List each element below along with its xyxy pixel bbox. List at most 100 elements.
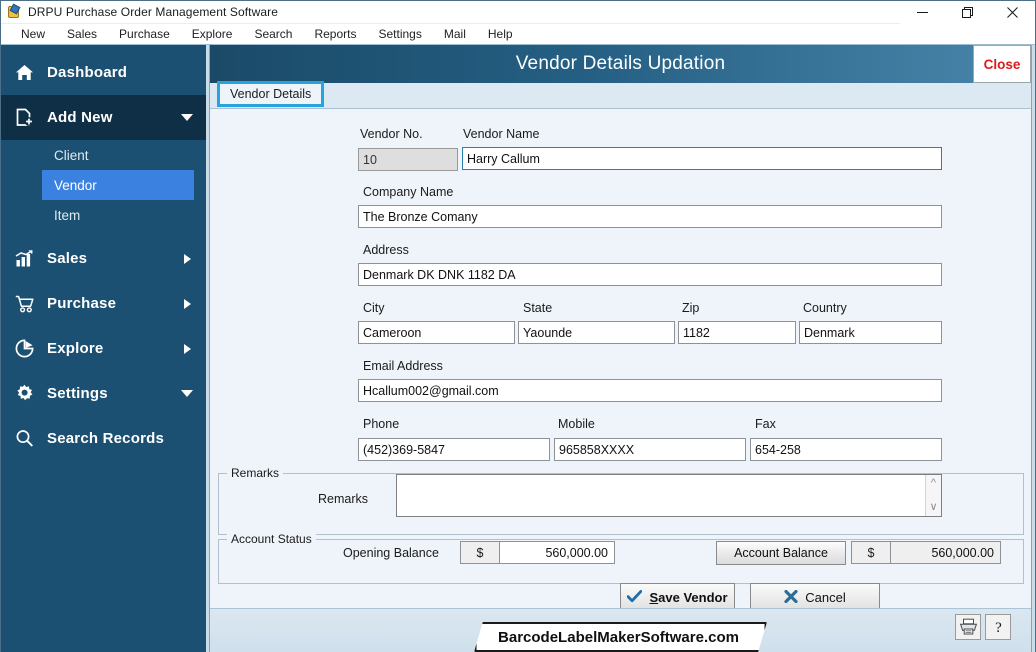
sidebar-item-explore[interactable]: Explore: [1, 326, 206, 371]
label-email: Email Address: [363, 359, 443, 373]
label-opening-balance: Opening Balance: [343, 546, 439, 560]
chevron-down-icon: [180, 114, 194, 121]
account-balance-value: 560,000.00: [891, 541, 1001, 564]
printer-icon[interactable]: [955, 614, 981, 640]
label-vendor-no: Vendor No.: [360, 127, 423, 141]
sidebar-subitem-label: Client: [54, 147, 89, 163]
remarks-textarea[interactable]: ^ ∨: [396, 474, 942, 517]
chevron-right-icon: [180, 343, 194, 354]
status-footer: BarcodeLabelMakerSoftware.com ?: [210, 608, 1031, 652]
chevron-down-icon: [180, 390, 194, 397]
account-status-legend: Account Status: [227, 532, 316, 546]
title-bar: DRPU Purchase Order Management Software: [1, 0, 1035, 24]
cancel-label: Cancel: [805, 590, 846, 605]
address-input[interactable]: Denmark DK DNK 1182 DA: [358, 263, 942, 286]
close-icon[interactable]: [990, 0, 1035, 24]
sidebar-item-label: Settings: [47, 385, 108, 402]
cross-icon: [784, 589, 798, 606]
content-panel: Vendor Details Updation Close Vendor Det…: [206, 45, 1035, 652]
company-name-input[interactable]: The Bronze Comany: [358, 205, 942, 228]
sidebar-item-search-records[interactable]: Search Records: [1, 416, 206, 461]
footer-icons: ?: [955, 614, 1011, 640]
chevron-right-icon: [180, 253, 194, 264]
window-controls: [900, 0, 1035, 24]
opening-balance-group: $ 560,000.00: [460, 541, 615, 564]
form-header: Vendor Details Updation Close: [210, 45, 1031, 83]
brand-banner: BarcodeLabelMakerSoftware.com: [474, 622, 767, 652]
state-input[interactable]: Yaounde: [518, 321, 675, 344]
menu-item-search[interactable]: Search: [243, 25, 303, 43]
label-state: State: [523, 301, 553, 315]
phone-input[interactable]: (452)369-5847: [358, 438, 550, 461]
menu-item-reports[interactable]: Reports: [303, 25, 367, 43]
help-icon[interactable]: ?: [985, 614, 1011, 640]
city-input[interactable]: Cameroon: [358, 321, 515, 344]
label-company-name: Company Name: [363, 185, 454, 199]
vendor-name-input[interactable]: Harry Callum: [462, 147, 942, 170]
sidebar-item-purchase[interactable]: Purchase: [1, 281, 206, 326]
maximize-icon[interactable]: [945, 0, 990, 24]
account-balance-currency: $: [851, 541, 891, 564]
remarks-legend: Remarks: [227, 466, 284, 480]
form-body: Vendor No. Vendor Name 10 Harry Callum C…: [210, 109, 1031, 652]
search-icon: [15, 429, 41, 448]
sidebar-item-label: Sales: [47, 250, 88, 267]
account-balance-group: $ 560,000.00: [851, 541, 1001, 564]
label-mobile: Mobile: [558, 417, 595, 431]
label-zip: Zip: [682, 301, 700, 315]
application-window: DRPU Purchase Order Management Software …: [0, 0, 1036, 652]
label-remarks: Remarks: [318, 492, 369, 506]
email-input[interactable]: Hcallum002@gmail.com: [358, 379, 942, 402]
sidebar: Dashboard Add New Client Vendor Item Sal…: [1, 45, 206, 652]
vendor-no-field[interactable]: 10: [358, 148, 458, 171]
menu-item-explore[interactable]: Explore: [181, 25, 244, 43]
fax-input[interactable]: 654-258: [750, 438, 942, 461]
menu-item-purchase[interactable]: Purchase: [108, 25, 181, 43]
account-balance-button[interactable]: Account Balance: [716, 541, 846, 565]
menu-item-new[interactable]: New: [10, 25, 56, 43]
page-title: Vendor Details Updation: [515, 53, 726, 74]
menu-item-sales[interactable]: Sales: [56, 25, 108, 43]
check-icon: [627, 589, 643, 606]
window-title: DRPU Purchase Order Management Software: [28, 5, 279, 19]
sidebar-item-sales[interactable]: Sales: [1, 236, 206, 281]
cart-icon: [15, 295, 41, 313]
sidebar-item-label: Explore: [47, 340, 104, 357]
menu-item-help[interactable]: Help: [477, 25, 524, 43]
sidebar-subitem-client[interactable]: Client: [42, 140, 194, 170]
scroll-down-icon[interactable]: ∨: [929, 502, 937, 513]
sidebar-item-add-new[interactable]: Add New: [1, 95, 206, 140]
sidebar-subitem-label: Item: [54, 207, 81, 223]
sidebar-item-label: Purchase: [47, 295, 117, 312]
label-vendor-name: Vendor Name: [463, 127, 540, 141]
opening-balance-currency: $: [460, 541, 500, 564]
sidebar-item-dashboard[interactable]: Dashboard: [1, 50, 206, 95]
label-fax: Fax: [755, 417, 776, 431]
country-input[interactable]: Denmark: [799, 321, 942, 344]
home-icon: [15, 64, 41, 82]
chevron-right-icon: [180, 298, 194, 309]
tab-vendor-details[interactable]: Vendor Details: [217, 81, 325, 107]
scroll-up-icon[interactable]: ^: [931, 478, 936, 489]
opening-balance-input[interactable]: 560,000.00: [500, 541, 615, 564]
gear-icon: [15, 384, 41, 403]
sidebar-subitem-label: Vendor: [54, 177, 97, 193]
sidebar-subitem-vendor[interactable]: Vendor: [42, 170, 194, 200]
menu-item-settings[interactable]: Settings: [368, 25, 433, 43]
menu-bar: New Sales Purchase Explore Search Report…: [1, 24, 1035, 45]
sidebar-subitem-item[interactable]: Item: [42, 200, 194, 230]
pie-icon: [15, 339, 41, 358]
remarks-scrollbar[interactable]: ^ ∨: [925, 475, 941, 516]
menu-item-mail[interactable]: Mail: [433, 25, 477, 43]
sidebar-item-label: Search Records: [47, 430, 165, 447]
chart-icon: [15, 249, 41, 268]
tab-strip: Vendor Details: [210, 81, 1031, 109]
mobile-input[interactable]: 965858XXXX: [554, 438, 746, 461]
label-city: City: [363, 301, 385, 315]
close-form-button[interactable]: Close: [973, 45, 1031, 83]
minimize-icon[interactable]: [900, 0, 945, 24]
add-file-icon: [15, 108, 41, 127]
zip-input[interactable]: 1182: [678, 321, 796, 344]
sidebar-item-settings[interactable]: Settings: [1, 371, 206, 416]
save-vendor-label: Save Vendor: [649, 590, 728, 605]
